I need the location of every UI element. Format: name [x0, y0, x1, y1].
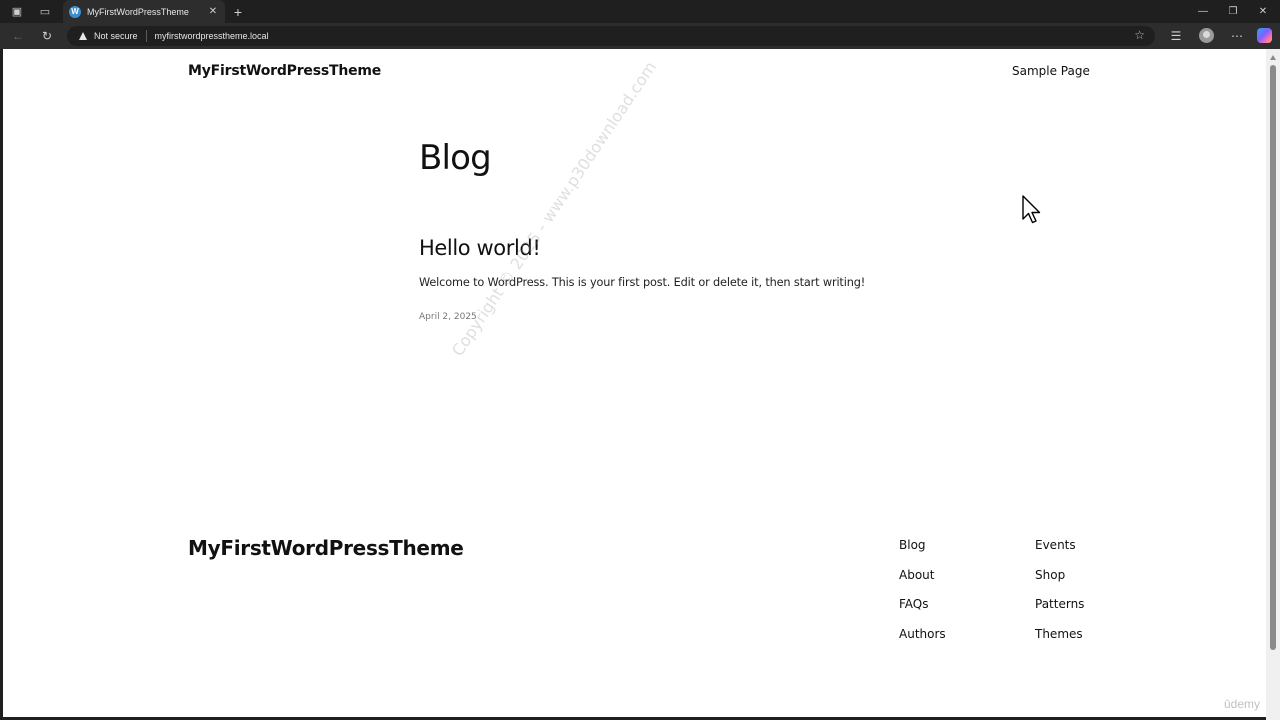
- browser-toolbar: ← ↻ Not secure myfirstwordpresstheme.loc…: [0, 23, 1280, 49]
- restore-button[interactable]: ❐: [1223, 3, 1243, 20]
- back-button[interactable]: ←: [9, 27, 27, 45]
- close-window-button[interactable]: ✕: [1253, 3, 1273, 20]
- mouse-cursor-icon: [1022, 195, 1041, 224]
- minimize-button[interactable]: —: [1193, 3, 1213, 20]
- page-scrollbar[interactable]: [1266, 49, 1280, 720]
- footer-link-shop[interactable]: Shop: [1035, 568, 1084, 598]
- footer-link-themes[interactable]: Themes: [1035, 627, 1084, 657]
- scroll-thumb[interactable]: [1270, 65, 1276, 650]
- workspaces-icon[interactable]: ▣: [8, 3, 26, 20]
- site-title-link[interactable]: MyFirstWordPressTheme: [188, 63, 381, 79]
- scroll-up-arrow-icon[interactable]: [1270, 55, 1276, 60]
- url-text[interactable]: myfirstwordpresstheme.local: [155, 31, 269, 41]
- post-excerpt: Welcome to WordPress. This is your first…: [419, 276, 866, 289]
- footer-link-about[interactable]: About: [899, 568, 946, 598]
- browser-tab-strip: ▣ ▭ W MyFirstWordPressTheme ✕ + — ❐ ✕: [0, 0, 1280, 23]
- footer-nav-column-2: Events Shop Patterns Themes: [1035, 538, 1084, 656]
- header-nav-sample-page[interactable]: Sample Page: [1012, 64, 1090, 78]
- udemy-watermark: ūdemy: [1224, 697, 1261, 711]
- more-options-icon[interactable]: ⋯: [1228, 27, 1246, 45]
- favorite-star-icon[interactable]: ☆: [1134, 28, 1145, 42]
- footer-nav-column-1: Blog About FAQs Authors: [899, 538, 946, 656]
- footer-link-patterns[interactable]: Patterns: [1035, 597, 1084, 627]
- new-tab-button[interactable]: +: [229, 3, 247, 20]
- favorites-icon[interactable]: ☰: [1167, 27, 1185, 45]
- browser-tab[interactable]: W MyFirstWordPressTheme ✕: [63, 0, 225, 23]
- footer-link-blog[interactable]: Blog: [899, 538, 946, 568]
- address-divider: [145, 30, 147, 42]
- warning-icon: [79, 32, 87, 40]
- footer-link-events[interactable]: Events: [1035, 538, 1084, 568]
- page-title: Blog: [419, 138, 492, 178]
- profile-avatar[interactable]: [1199, 28, 1214, 43]
- copilot-icon[interactable]: [1257, 28, 1272, 43]
- tab-title: MyFirstWordPressTheme: [87, 6, 189, 17]
- footer-link-faqs[interactable]: FAQs: [899, 597, 946, 627]
- page-viewport: MyFirstWordPressTheme Sample Page Blog H…: [3, 49, 1266, 717]
- address-bar[interactable]: Not secure myfirstwordpresstheme.local ☆: [67, 26, 1155, 46]
- security-label[interactable]: Not secure: [94, 31, 138, 41]
- watermark: Copyright © 2025 - www.p30download.com: [448, 57, 661, 360]
- wordpress-icon: W: [69, 5, 81, 18]
- tab-actions-icon[interactable]: ▭: [36, 3, 54, 20]
- refresh-button[interactable]: ↻: [38, 27, 56, 45]
- footer-link-authors[interactable]: Authors: [899, 627, 946, 657]
- close-tab-icon[interactable]: ✕: [207, 6, 219, 17]
- footer-site-title[interactable]: MyFirstWordPressTheme: [188, 536, 464, 560]
